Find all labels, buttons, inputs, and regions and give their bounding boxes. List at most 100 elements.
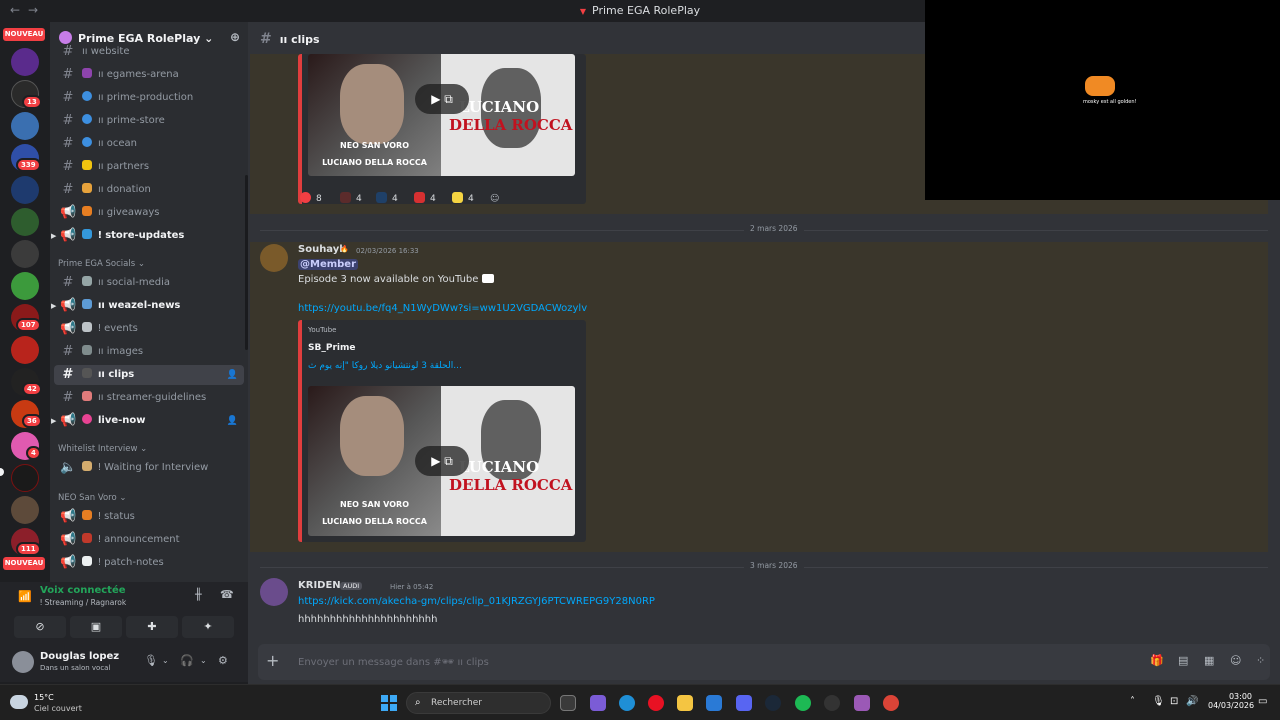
server-icon[interactable]	[11, 464, 39, 492]
channel-prime-store[interactable]: # ıı prime-store	[54, 111, 244, 131]
category-neo-san-voro[interactable]: NEO San Voro ⌄	[58, 493, 127, 503]
channel-images[interactable]: # ıı images	[54, 342, 244, 362]
edge-icon[interactable]	[619, 695, 635, 711]
reaction[interactable]: 4	[452, 189, 474, 209]
microphone-icon[interactable]: 🎙	[1152, 696, 1165, 707]
steam-icon[interactable]	[765, 695, 781, 711]
reaction[interactable]: 4	[340, 189, 362, 209]
embed-title[interactable]: الحلقة 3 لونتشيانو ديلا روكا "إنه يوم ث.…	[308, 361, 462, 371]
chevron-up-icon[interactable]: ˄	[1130, 696, 1135, 707]
store-icon[interactable]	[706, 695, 722, 711]
author-name[interactable]: KRIDEN	[298, 580, 341, 591]
channel-weazel-news[interactable]: ▶ 📢 ıı weazel-news	[51, 296, 244, 316]
channel-prime-production[interactable]: # ıı prime-production	[54, 88, 244, 108]
avatar[interactable]	[260, 244, 288, 272]
weather-cloud-icon[interactable]	[10, 695, 28, 709]
noise-suppression-icon[interactable]: ╫	[195, 588, 202, 601]
server-icon[interactable]	[11, 336, 39, 364]
apps-icon[interactable]: ⁘	[1256, 654, 1265, 667]
disconnect-icon[interactable]: ☎	[220, 588, 234, 601]
network-icon[interactable]: ⊡	[1170, 696, 1178, 707]
plus-icon[interactable]: +	[266, 651, 279, 670]
activities-button[interactable]: ✚	[126, 616, 178, 638]
camera-off-button[interactable]: ⊘	[14, 616, 66, 638]
channel-ocean[interactable]: # ıı ocean	[54, 134, 244, 154]
message-link[interactable]: https://youtu.be/fq4_N1WyDWw?si=ww1U2VGD…	[298, 303, 587, 314]
server-icon[interactable]	[11, 272, 39, 300]
channel-egames-arena[interactable]: # ıı egames-arena	[54, 65, 244, 85]
play-icon[interactable]: ▶ ⧉	[415, 446, 469, 476]
role-tag: AUDI	[340, 582, 363, 590]
gift-icon[interactable]: 🎁	[1150, 654, 1164, 667]
invite-icon[interactable]: 👤	[227, 365, 238, 385]
invite-icon[interactable]: 👤	[227, 411, 238, 431]
chrome-icon[interactable]	[883, 695, 899, 711]
server-icon[interactable]	[11, 48, 39, 76]
discord-icon[interactable]	[736, 695, 752, 711]
channel-store-updates[interactable]: ▶ 📢 ǃ store-updates	[51, 226, 244, 246]
user-name[interactable]: Douglas lopez	[40, 651, 119, 662]
channel-giveaways[interactable]: 📢 ıı giveaways	[54, 203, 244, 223]
spotify-icon[interactable]	[795, 695, 811, 711]
category-socials[interactable]: Prime EGA Socials ⌄	[58, 259, 145, 269]
channel-social-media[interactable]: # ıı social-media	[54, 273, 244, 293]
microphone-icon[interactable]: 🎙	[144, 654, 158, 667]
weather-condition[interactable]: Ciel couvert	[34, 704, 82, 713]
gif-icon[interactable]: ▤	[1178, 654, 1188, 667]
file-explorer-icon[interactable]	[677, 695, 693, 711]
channel-clips[interactable]: # ıı clips 👤	[54, 365, 244, 385]
play-icon[interactable]: ▶ ⧉	[415, 84, 469, 114]
message-link[interactable]: https://kick.com/akecha-gm/clips/clip_01…	[298, 596, 655, 607]
teams-icon[interactable]	[590, 695, 606, 711]
channel-website[interactable]: # ıı website	[54, 42, 244, 62]
notification-icon[interactable]: ▭	[1258, 696, 1267, 707]
server-icon[interactable]	[11, 208, 39, 236]
headphones-icon[interactable]: 🎧	[180, 654, 194, 667]
share-screen-button[interactable]: ▣	[70, 616, 122, 638]
embed-author[interactable]: SB_Prime	[308, 343, 355, 353]
emoji-picker-icon[interactable]: ☺	[1230, 654, 1241, 667]
signal-icon[interactable]: 📶	[18, 590, 32, 603]
chevron-down-icon[interactable]: ⌄	[162, 656, 169, 665]
server-icon[interactable]	[11, 176, 39, 204]
video-thumbnail[interactable]: NEO SAN VORO LUCIANO DELLA ROCCA LUCIANO D…	[308, 54, 575, 176]
server-icon[interactable]	[11, 496, 39, 524]
category-whitelist[interactable]: Whitelist Interview ⌄	[58, 444, 147, 454]
emoji-icon	[340, 192, 351, 203]
server-icon[interactable]	[11, 112, 39, 140]
channel-announcement[interactable]: 📢 ǃ announcement	[54, 530, 244, 550]
mention[interactable]: @Member	[298, 259, 359, 270]
avatar[interactable]	[260, 578, 288, 606]
channel-live-now[interactable]: ▶ 📢 live-now 👤	[51, 411, 244, 431]
channel-partners[interactable]: # ıı partners	[54, 157, 244, 177]
app-icon[interactable]	[854, 695, 870, 711]
stream-preview[interactable]: mosky est all golden!	[925, 0, 1280, 200]
obs-icon[interactable]	[824, 695, 840, 711]
video-thumbnail[interactable]: NEO SAN VORO LUCIANO DELLA ROCCA LUCIANO D…	[308, 386, 575, 536]
channel-waiting-for-interview[interactable]: 🔈 ǃ Waiting for Interview	[54, 458, 244, 478]
add-reaction-icon[interactable]: ☺	[490, 189, 499, 209]
voice-channel-name[interactable]: ǃ Streaming / Ragnarok	[40, 598, 126, 607]
task-view-icon[interactable]	[560, 695, 576, 711]
channel-donation[interactable]: # ıı donation	[54, 180, 244, 200]
taskbar-search[interactable]: ⌕ Rechercher	[406, 692, 551, 714]
volume-icon[interactable]: 🔊	[1186, 696, 1198, 707]
channel-status[interactable]: 📢 ǃ status	[54, 507, 244, 527]
temperature[interactable]: 15°C	[34, 693, 54, 702]
chevron-down-icon[interactable]: ⌄	[200, 656, 207, 665]
avatar[interactable]	[12, 651, 34, 673]
reaction[interactable]: 4	[376, 189, 398, 209]
message-input[interactable]	[298, 653, 1098, 671]
channel-events[interactable]: 📢 ǃ events	[54, 319, 244, 339]
gear-icon[interactable]: ⚙	[218, 654, 228, 667]
reaction[interactable]: 4	[414, 189, 436, 209]
opera-icon[interactable]	[648, 695, 664, 711]
server-icon[interactable]	[11, 240, 39, 268]
soundboard-button[interactable]: ✦	[182, 616, 234, 638]
channel-patch-notes[interactable]: 📢 ǃ patch-notes	[54, 553, 244, 573]
channel-streamer-guidelines[interactable]: # ıı streamer-guidelines	[54, 388, 244, 408]
windows-start-icon[interactable]	[381, 695, 397, 711]
sticker-icon[interactable]: ▦	[1204, 654, 1214, 667]
reaction[interactable]: 8	[300, 189, 322, 209]
clock[interactable]: 03:00 04/03/2026	[1208, 692, 1254, 710]
